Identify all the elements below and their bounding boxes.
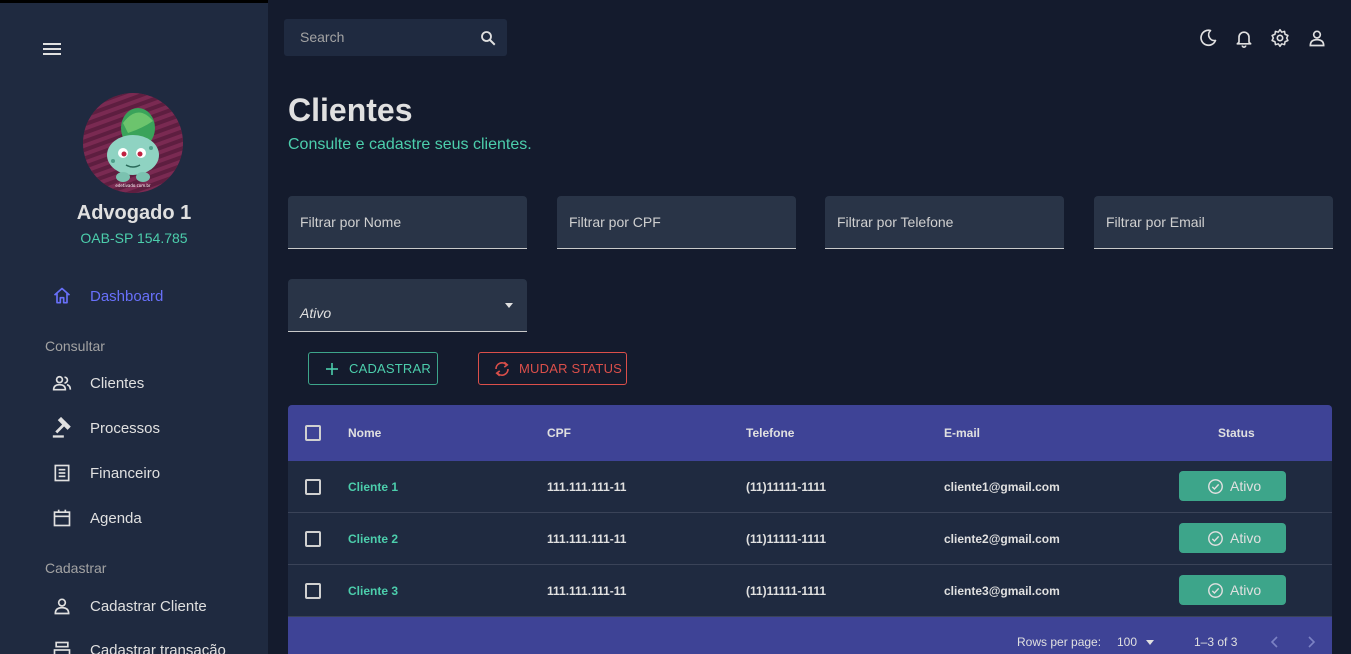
search-icon[interactable] — [477, 27, 499, 49]
column-header-status[interactable]: Status — [1218, 426, 1255, 440]
sidebar-item-label: Financeiro — [90, 464, 161, 482]
column-header-telefone[interactable]: Telefone — [746, 426, 794, 440]
client-email: cliente3@gmail.com — [944, 584, 1060, 598]
status-badge[interactable]: Ativo — [1179, 575, 1286, 605]
table-row[interactable]: Cliente 2 111.111.111-11 (11)11111-1111 … — [288, 513, 1332, 565]
sidebar-item-cadastrar-cliente[interactable]: Cadastrar Cliente — [0, 588, 268, 624]
table-header: Nome CPF Telefone E-mail Status — [288, 405, 1332, 461]
avatar: edetivado.com.br — [83, 93, 183, 193]
client-cpf: 111.111.111-11 — [547, 532, 627, 546]
mudar-status-button-label: MUDAR STATUS — [519, 361, 623, 376]
row-checkbox[interactable] — [305, 531, 321, 547]
bell-icon[interactable] — [1233, 27, 1255, 49]
filter-name-field — [288, 196, 527, 249]
clients-table: Nome CPF Telefone E-mail Status Cliente … — [288, 405, 1332, 654]
register-icon — [50, 638, 74, 654]
filter-cpf-input[interactable] — [569, 212, 784, 232]
filter-cpf-field — [557, 196, 796, 249]
client-cpf: 111.111.111-11 — [547, 480, 627, 494]
column-header-cpf[interactable]: CPF — [547, 426, 571, 440]
check-circle-icon — [1206, 581, 1224, 599]
chevron-right-icon[interactable] — [1300, 631, 1322, 653]
client-phone: (11)11111-1111 — [746, 532, 827, 546]
column-header-nome[interactable]: Nome — [348, 426, 381, 440]
dropdown-arrow-icon — [505, 303, 513, 308]
row-checkbox[interactable] — [305, 479, 321, 495]
row-checkbox[interactable] — [305, 583, 321, 599]
sidebar-item-label: Agenda — [90, 509, 142, 527]
sidebar-item-label: Clientes — [90, 374, 145, 392]
search-input[interactable] — [300, 27, 470, 47]
user-name: Advogado 1 — [76, 202, 192, 224]
sidebar-item-cadastrar-transacao[interactable]: Cadastrar transação — [0, 632, 268, 654]
status-select-value: Ativo — [300, 305, 332, 321]
rows-per-page-label: Rows per page: — [1017, 635, 1102, 649]
sidebar-item-label: Dashboard — [90, 287, 164, 305]
gavel-icon — [50, 416, 74, 440]
receipt-icon — [50, 461, 74, 485]
check-circle-icon — [1206, 477, 1224, 495]
mudar-status-button[interactable]: MUDAR STATUS — [478, 352, 627, 385]
pagination-range: 1–3 of 3 — [1194, 635, 1238, 649]
table-row[interactable]: Cliente 3 111.111.111-11 (11)11111-1111 … — [288, 565, 1332, 617]
status-badge[interactable]: Ativo — [1179, 471, 1286, 501]
status-badge-label: Ativo — [1230, 582, 1262, 598]
filter-phone-input[interactable] — [837, 212, 1052, 232]
person-icon — [50, 594, 74, 618]
sidebar-item-agenda[interactable]: Agenda — [0, 500, 268, 536]
sidebar-item-clientes[interactable]: Clientes — [0, 365, 268, 401]
status-badge-label: Ativo — [1230, 530, 1262, 546]
filter-email-field — [1094, 196, 1333, 249]
client-name[interactable]: Cliente 3 — [348, 584, 398, 598]
check-circle-icon — [1206, 529, 1224, 547]
search-bar — [284, 19, 507, 56]
section-consultar: Consultar — [45, 338, 105, 354]
page-subtitle: Consulte e cadastre seus clientes. — [288, 136, 532, 153]
status-badge[interactable]: Ativo — [1179, 523, 1286, 553]
client-name[interactable]: Cliente 2 — [348, 532, 398, 546]
sidebar-item-dashboard[interactable]: Dashboard — [0, 278, 268, 314]
home-icon — [50, 284, 74, 308]
cadastrar-button[interactable]: CADASTRAR — [308, 352, 438, 385]
people-icon — [50, 371, 74, 395]
chevron-left-icon[interactable] — [1264, 631, 1286, 653]
sidebar-item-financeiro[interactable]: Financeiro — [0, 455, 268, 491]
section-cadastrar: Cadastrar — [45, 560, 107, 576]
gear-icon[interactable] — [1269, 27, 1291, 49]
table-footer: Rows per page: 100 1–3 of 3 — [288, 617, 1332, 654]
person-icon[interactable] — [1306, 27, 1328, 49]
select-all-checkbox[interactable] — [305, 425, 321, 441]
sidebar: edetivado.com.br Advogado 1 OAB-SP 154.7… — [0, 0, 268, 654]
user-oab-number: OAB-SP 154.785 — [80, 230, 188, 246]
avatar-caption: edetivado.com.br — [115, 183, 151, 188]
refresh-icon — [493, 360, 511, 378]
status-select[interactable]: Ativo — [288, 279, 527, 332]
page-title: Clientes — [288, 92, 413, 128]
filter-email-input[interactable] — [1106, 212, 1321, 232]
client-phone: (11)11111-1111 — [746, 480, 827, 494]
filter-name-input[interactable] — [300, 212, 515, 232]
column-header-email[interactable]: E-mail — [944, 426, 980, 440]
calendar-icon — [50, 506, 74, 530]
sidebar-item-label: Cadastrar Cliente — [90, 597, 207, 615]
client-cpf: 111.111.111-11 — [547, 584, 627, 598]
client-email: cliente1@gmail.com — [944, 480, 1060, 494]
client-name[interactable]: Cliente 1 — [348, 480, 398, 494]
filter-phone-field — [825, 196, 1064, 249]
dropdown-arrow-icon[interactable] — [1146, 640, 1154, 645]
hamburger-menu-icon[interactable] — [38, 37, 66, 61]
table-row[interactable]: Cliente 1 111.111.111-11 (11)11111-1111 … — [288, 461, 1332, 513]
plus-icon — [323, 360, 341, 378]
client-phone: (11)11111-1111 — [746, 584, 827, 598]
client-email: cliente2@gmail.com — [944, 532, 1060, 546]
sidebar-item-label: Processos — [90, 419, 161, 437]
cadastrar-button-label: CADASTRAR — [349, 361, 431, 376]
moon-icon[interactable] — [1197, 27, 1219, 49]
sidebar-item-processos[interactable]: Processos — [0, 410, 268, 446]
rows-per-page-select[interactable]: 100 — [1117, 635, 1137, 649]
sidebar-item-label: Cadastrar transação — [90, 641, 226, 654]
status-badge-label: Ativo — [1230, 478, 1262, 494]
